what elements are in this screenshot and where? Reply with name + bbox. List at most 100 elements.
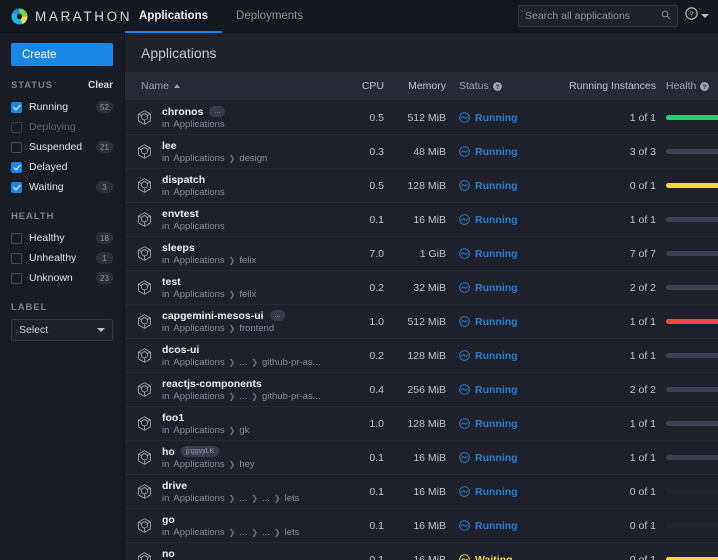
application-name-link[interactable]: chronos bbox=[162, 106, 203, 118]
application-name-link[interactable]: envtest bbox=[162, 208, 199, 220]
path-segment[interactable]: github-pr-as... bbox=[262, 357, 321, 368]
path-segment[interactable]: ... bbox=[239, 357, 247, 368]
filter-health-healthy[interactable]: Healthy 18 bbox=[11, 228, 113, 248]
path-segment[interactable]: Applications bbox=[173, 221, 224, 232]
application-name-link[interactable]: ho bbox=[162, 446, 175, 458]
filter-count-badge: 21 bbox=[96, 141, 113, 153]
filter-status-suspended[interactable]: Suspended 21 bbox=[11, 137, 113, 157]
brand[interactable]: MARATHON bbox=[0, 0, 129, 32]
table-row[interactable]: dcos-ui in Applications ❯... ❯ github-pr-as..… bbox=[125, 339, 718, 373]
path-segment[interactable]: felix bbox=[239, 289, 256, 300]
application-name-link[interactable]: sleeps bbox=[162, 242, 195, 254]
path-segment[interactable]: hey bbox=[239, 459, 254, 470]
table-row[interactable]: dispatch in Applications 0.5 128 MiB Running 0… bbox=[125, 169, 718, 203]
cell-cpu: 7.0 bbox=[369, 247, 384, 260]
create-button[interactable]: Create bbox=[11, 43, 113, 66]
tab-deployments[interactable]: Deployments bbox=[222, 1, 317, 33]
clear-filters-link[interactable]: Clear bbox=[88, 80, 113, 91]
path-segment[interactable]: ... bbox=[239, 527, 247, 538]
checkbox-icon[interactable] bbox=[11, 272, 22, 284]
path-segment[interactable]: Applications bbox=[173, 289, 224, 300]
help-circle-icon[interactable]: ? bbox=[685, 7, 698, 25]
path-segment[interactable]: Applications bbox=[173, 255, 224, 266]
path-segment[interactable]: Applications bbox=[173, 357, 224, 368]
table-row[interactable]: go in Applications ❯... ❯... ❯ lets 0.1 16 MiB Ru… bbox=[125, 509, 718, 543]
path-segment[interactable]: Applications bbox=[173, 459, 224, 470]
filter-status-delayed[interactable]: Delayed bbox=[11, 157, 113, 177]
table-row[interactable]: chronos... in Applications 0.5 512 MiB Runnin… bbox=[125, 101, 718, 135]
cell-name: dcos-ui in Applications ❯... ❯ github-pr-as..… bbox=[125, 344, 340, 368]
table-row[interactable]: lee in Applications ❯ design 0.3 48 MiB Running… bbox=[125, 135, 718, 169]
chevron-down-icon[interactable] bbox=[701, 14, 709, 18]
application-name-link[interactable]: no bbox=[162, 548, 175, 560]
label-select[interactable]: Select bbox=[11, 319, 113, 341]
path-segment[interactable]: ... bbox=[239, 493, 247, 504]
checkbox-icon[interactable] bbox=[11, 252, 22, 264]
help-circle-icon[interactable]: ? bbox=[492, 81, 502, 91]
checkbox-icon[interactable] bbox=[11, 121, 22, 133]
path-segment[interactable]: Applications bbox=[173, 119, 224, 130]
column-header-name[interactable]: Name bbox=[125, 80, 340, 92]
application-name-link[interactable]: drive bbox=[162, 480, 187, 492]
path-segment[interactable]: gk bbox=[239, 425, 249, 436]
table-row[interactable]: capgemini-mesos-ui... in Applications ❯ fron… bbox=[125, 305, 718, 339]
path-separator-icon: ❯ bbox=[273, 493, 281, 503]
path-segment[interactable]: Applications bbox=[173, 391, 224, 402]
cell-cpu: 0.5 bbox=[369, 111, 384, 124]
search-input[interactable] bbox=[525, 10, 661, 22]
checkbox-icon[interactable] bbox=[11, 232, 22, 244]
column-header-memory[interactable]: Memory bbox=[384, 80, 446, 92]
path-segment[interactable]: Applications bbox=[173, 425, 224, 436]
filter-status-running[interactable]: Running 52 bbox=[11, 97, 113, 117]
table-row[interactable]: sleeps in Applications ❯ felix 7.0 1 GiB Runnin… bbox=[125, 237, 718, 271]
table-row[interactable]: ho jj:ggyyLK in Applications ❯ hey 0.1 16 MiB Ru… bbox=[125, 441, 718, 475]
application-name-link[interactable]: go bbox=[162, 514, 175, 526]
table-row[interactable]: noinApplications0.116 MiBWaiting0 of 1••… bbox=[125, 543, 718, 560]
cell-cpu: 0.1 bbox=[369, 213, 384, 226]
application-name-link[interactable]: capgemini-mesos-ui bbox=[162, 310, 264, 322]
path-segment[interactable]: ... bbox=[262, 493, 270, 504]
filter-status-waiting[interactable]: Waiting 3 bbox=[11, 177, 113, 197]
column-header-health[interactable]: Health ? bbox=[656, 80, 718, 92]
filter-status-deploying[interactable]: Deploying bbox=[11, 117, 113, 137]
application-name-link[interactable]: foo1 bbox=[162, 412, 184, 424]
path-segment[interactable]: lets bbox=[285, 493, 300, 504]
path-segment[interactable]: felix bbox=[239, 255, 256, 266]
table-row[interactable]: foo1 in Applications ❯ gk 1.0 128 MiB Running 1 … bbox=[125, 407, 718, 441]
filter-health-unhealthy[interactable]: Unhealthy 1 bbox=[11, 248, 113, 268]
application-name-link[interactable]: dcos-ui bbox=[162, 344, 199, 356]
path-segment[interactable]: Applications bbox=[173, 323, 224, 334]
path-segment[interactable]: Applications bbox=[173, 493, 224, 504]
search-icon[interactable] bbox=[661, 7, 671, 25]
checkbox-icon[interactable] bbox=[11, 161, 22, 173]
table-row[interactable]: drive in Applications ❯... ❯... ❯ lets 0.1 16 Mi… bbox=[125, 475, 718, 509]
table-row[interactable]: test in Applications ❯ felix 0.2 32 MiB Running… bbox=[125, 271, 718, 305]
column-header-status[interactable]: Status ? bbox=[446, 80, 546, 92]
checkbox-icon[interactable] bbox=[11, 101, 22, 113]
tab-applications[interactable]: Applications bbox=[125, 1, 223, 33]
path-segment[interactable]: lets bbox=[285, 527, 300, 538]
application-name-link[interactable]: test bbox=[162, 276, 181, 288]
path-segment[interactable]: ... bbox=[262, 527, 270, 538]
table-row[interactable]: reactjs-components in Applications ❯... ❯ git… bbox=[125, 373, 718, 407]
path-segment[interactable]: Applications bbox=[173, 527, 224, 538]
search-box[interactable] bbox=[518, 5, 678, 27]
checkbox-icon[interactable] bbox=[11, 181, 22, 193]
column-header-running-instances[interactable]: Running Instances bbox=[546, 80, 656, 92]
application-name-link[interactable]: lee bbox=[162, 140, 177, 152]
help-menu[interactable]: ? bbox=[685, 7, 709, 25]
path-segment[interactable]: design bbox=[239, 153, 267, 164]
table-row[interactable]: envtest in Applications 0.1 16 MiB Running 1 o… bbox=[125, 203, 718, 237]
cell-memory: 16 MiB bbox=[413, 451, 446, 464]
path-segment[interactable]: ... bbox=[239, 391, 247, 402]
application-name-link[interactable]: dispatch bbox=[162, 174, 205, 186]
checkbox-icon[interactable] bbox=[11, 141, 22, 153]
path-segment[interactable]: Applications bbox=[173, 187, 224, 198]
help-circle-icon[interactable]: ? bbox=[700, 81, 710, 91]
path-segment[interactable]: frontend bbox=[239, 323, 274, 334]
application-name-link[interactable]: reactjs-components bbox=[162, 378, 262, 390]
path-segment[interactable]: Applications bbox=[173, 153, 224, 164]
path-segment[interactable]: github-pr-as... bbox=[262, 391, 321, 402]
column-header-cpu[interactable]: CPU bbox=[340, 80, 384, 92]
filter-health-unknown[interactable]: Unknown 23 bbox=[11, 268, 113, 288]
